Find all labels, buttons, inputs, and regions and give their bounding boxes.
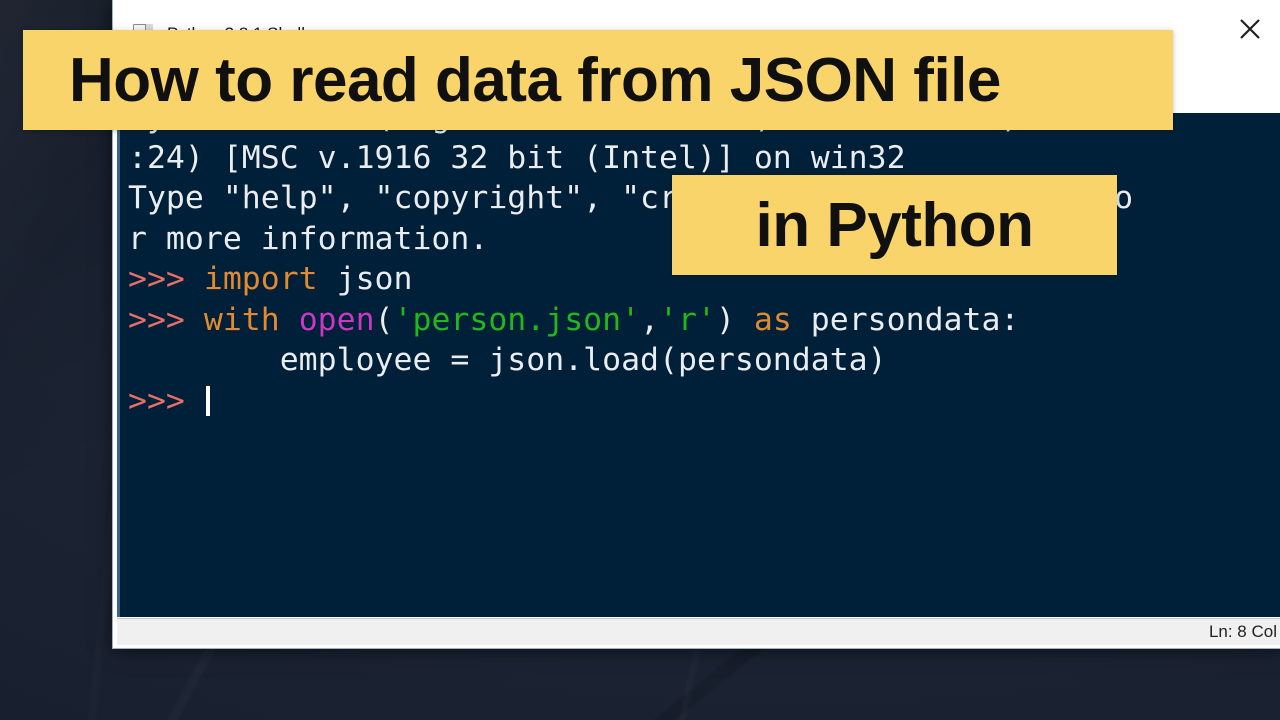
shell-token: persondata: (791, 301, 1020, 338)
shell-token: , (640, 301, 660, 338)
shell-token: >>> (128, 382, 204, 419)
shell-line: employee = json.load(persondata) (128, 340, 1133, 381)
cursor-position-indicator: Ln: 8 Col (1208, 622, 1277, 641)
shell-line: >>> with open('person.json','r') as pers… (128, 300, 1133, 341)
shell-token: :24) [MSC v.1916 32 bit (Intel)] on win3… (128, 139, 906, 176)
desktop-background: Python 3.8.1 Shell Python 3.8.1 (tags/v3… (0, 0, 1280, 720)
shell-token: with (203, 301, 280, 338)
shell-token: as (753, 301, 792, 338)
close-icon[interactable] (1217, 0, 1280, 58)
shell-token (280, 302, 299, 338)
shell-token: employee = json.load(persondata) (128, 342, 887, 378)
shell-token: import (203, 261, 318, 297)
shell-token: 'person.json' (393, 301, 641, 338)
shell-token: open (298, 301, 375, 338)
shell-token: 'r' (659, 301, 716, 338)
shell-token: json (317, 261, 413, 297)
shell-line: >>> (128, 381, 1133, 422)
status-bar: Ln: 8 Col (117, 618, 1280, 645)
title-banner-line-1: How to read data from JSON file (23, 30, 1173, 130)
shell-line: :24) [MSC v.1916 32 bit (Intel)] on win3… (128, 138, 1133, 179)
title-banner-line-2: in Python (672, 175, 1117, 275)
shell-token: ( (374, 301, 394, 338)
text-cursor (205, 385, 210, 416)
shell-token: r more information. (128, 220, 489, 257)
shell-token: ) (715, 301, 754, 338)
shell-token: >>> (128, 301, 204, 338)
shell-token: >>> (128, 261, 204, 297)
